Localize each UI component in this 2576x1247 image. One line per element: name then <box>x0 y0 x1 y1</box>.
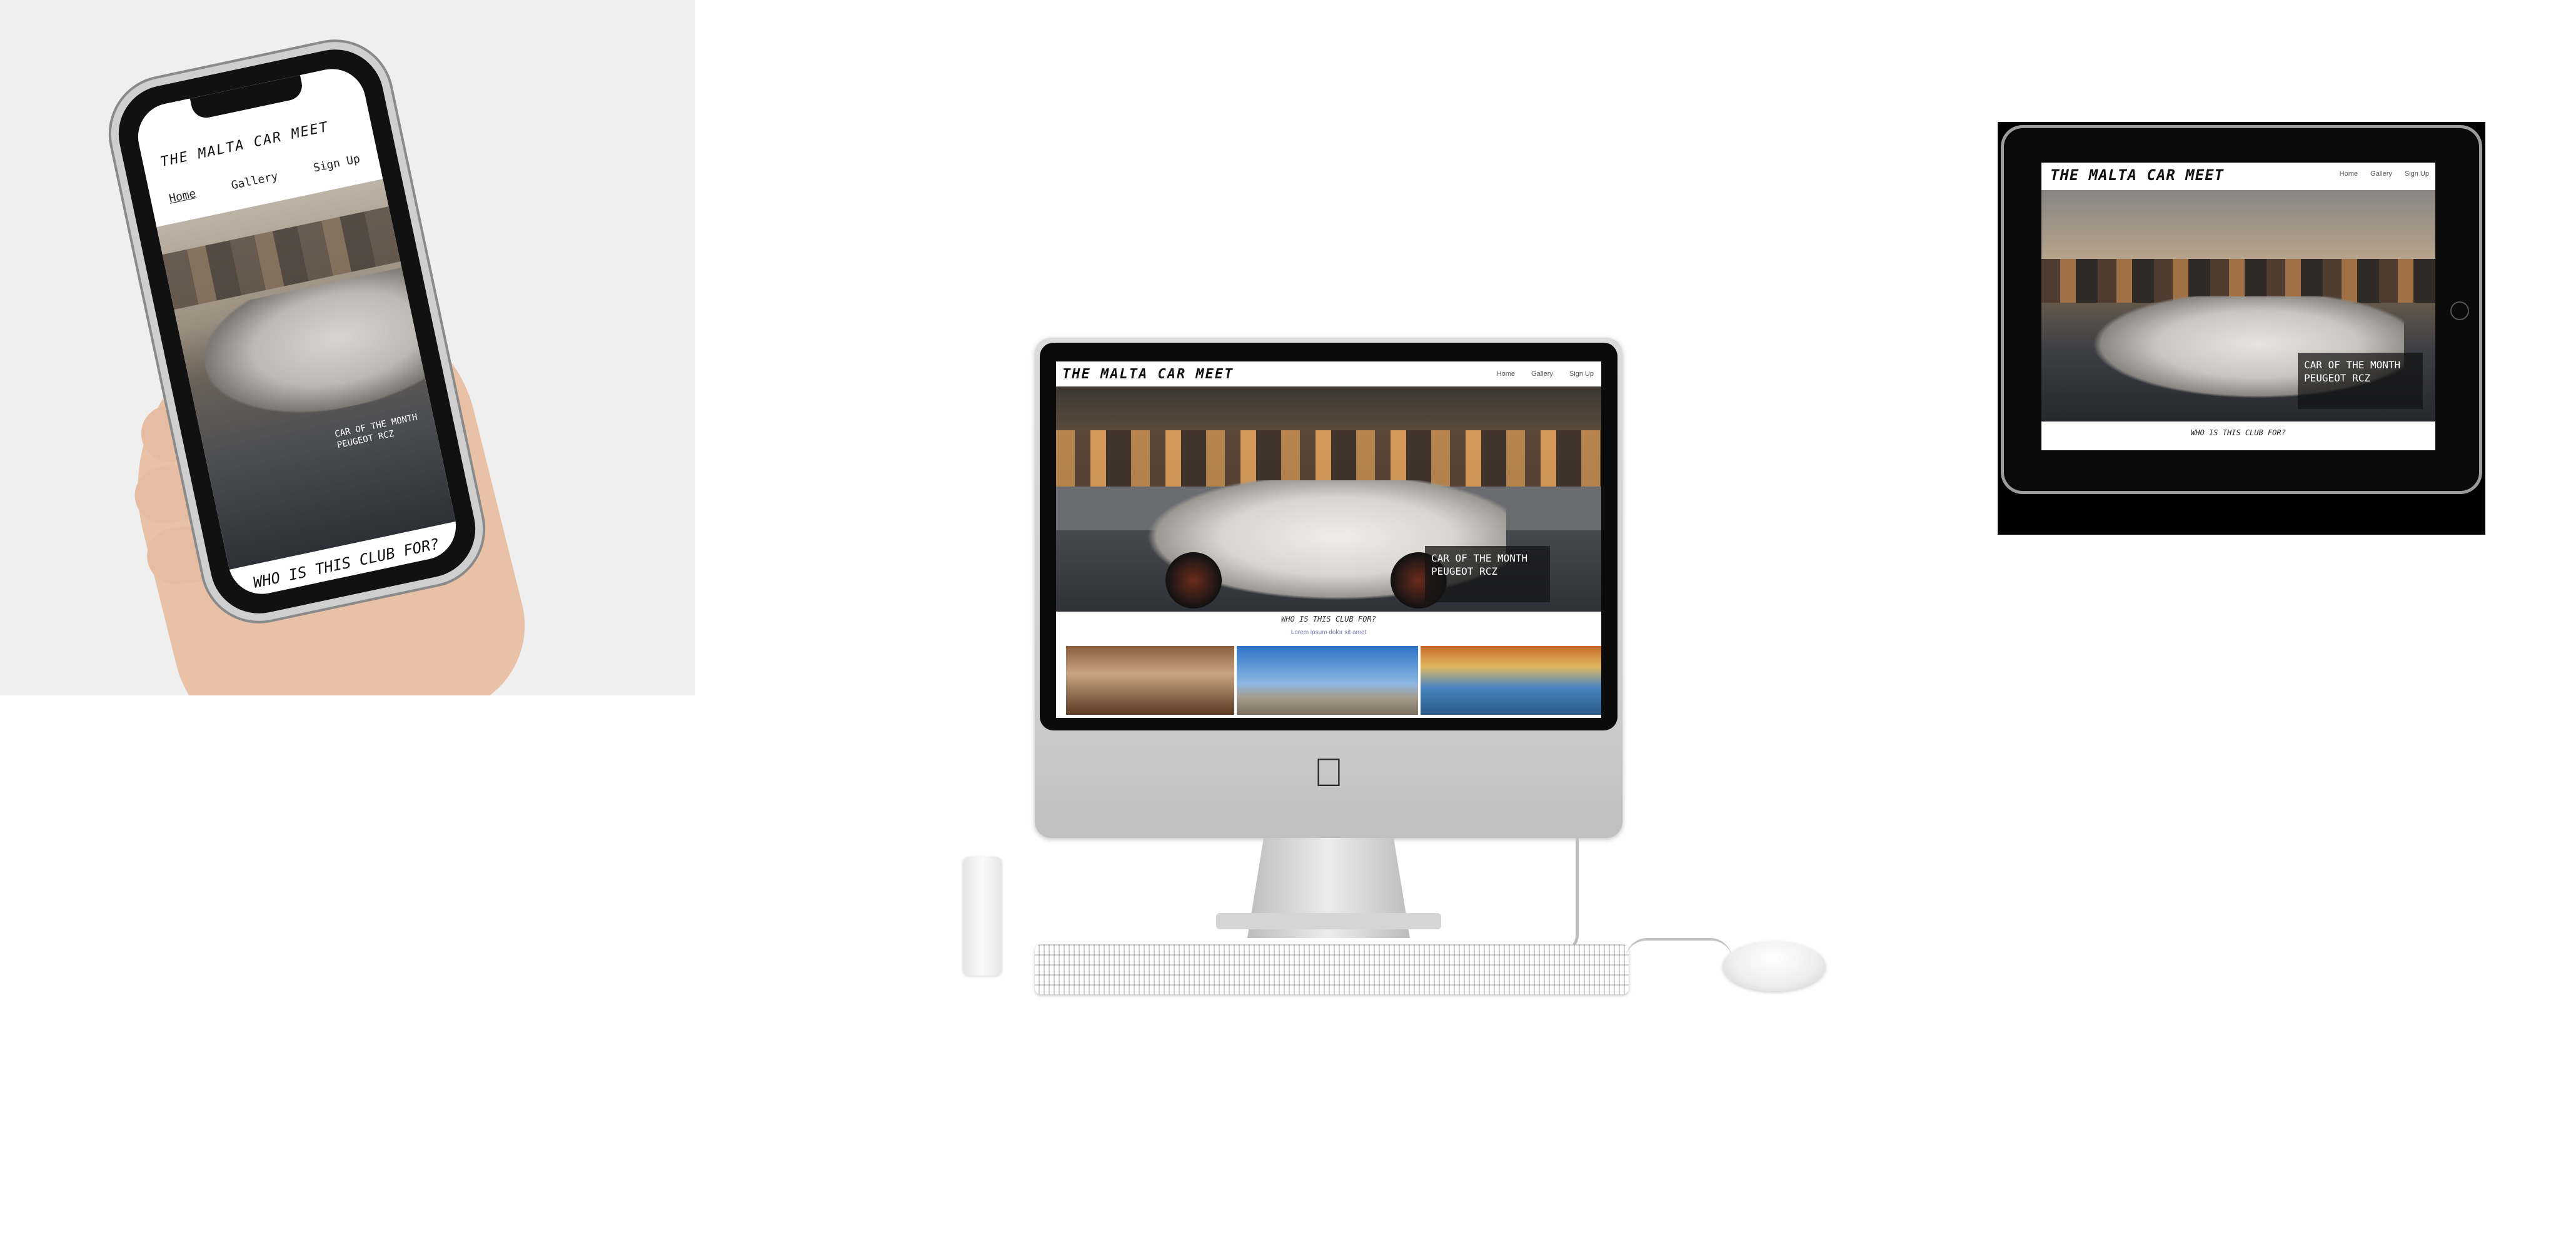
nav-gallery-link[interactable]: Gallery <box>1531 370 1553 378</box>
caption-line-1: CAR OF THE MONTH <box>1431 552 1528 564</box>
mobile-site-title: THE MALTA CAR MEET <box>159 119 331 171</box>
home-button-icon[interactable] <box>2450 301 2469 320</box>
desktop-car-of-month-caption: CAR OF THE MONTH PEUGEOT RCZ <box>1425 546 1550 602</box>
desktop-section-heading: WHO IS THIS CLUB FOR? <box>1281 615 1376 624</box>
imac-bezel: THE MALTA CAR MEET Home Gallery Sign Up … <box>1040 343 1618 730</box>
hero-city-skyline <box>1056 430 1601 487</box>
imac-device: THE MALTA CAR MEET Home Gallery Sign Up … <box>1035 338 1623 838</box>
tablet-hero-image: CAR OF THE MONTH PEUGEOT RCZ <box>2041 190 2435 422</box>
desktop-nav: Home Gallery Sign Up <box>1497 370 1594 378</box>
imac-cable <box>1551 838 1579 954</box>
imac-screen: THE MALTA CAR MEET Home Gallery Sign Up … <box>1056 361 1601 718</box>
nav-signup-link[interactable]: Sign Up <box>1569 370 1594 378</box>
tablet-mockup-scene: THE MALTA CAR MEET Home Gallery Sign Up … <box>1998 122 2485 535</box>
apple-remote <box>963 857 1002 976</box>
gallery-image[interactable] <box>1237 646 1418 715</box>
desktop-hero-image: CAR OF THE MONTH PEUGEOT RCZ <box>1056 386 1601 612</box>
mouse <box>1723 941 1826 991</box>
tablet-nav: Home Gallery Sign Up <box>2340 170 2429 178</box>
desktop-site-title[interactable]: THE MALTA CAR MEET <box>1062 366 1234 382</box>
mouse-cord <box>1626 938 1732 959</box>
nav-home-link[interactable]: Home <box>2340 170 2358 178</box>
nav-home-link[interactable]: Home <box>1497 370 1515 378</box>
desktop-section-subtext: Lorem ipsum dolor sit amet <box>1291 629 1367 636</box>
nav-signup-link[interactable]: Sign Up <box>312 152 361 174</box>
caption-line-2: PEUGEOT RCZ <box>1431 565 1497 577</box>
phone-notch <box>189 75 305 121</box>
phone-mockup-scene: THE MALTA CAR MEET Home Gallery Sign Up … <box>0 0 695 695</box>
keyboard <box>1035 944 1629 994</box>
tablet-device: THE MALTA CAR MEET Home Gallery Sign Up … <box>2004 128 2479 491</box>
nav-home-link[interactable]: Home <box>168 187 197 206</box>
gallery-image[interactable] <box>1420 646 1601 715</box>
nav-gallery-link[interactable]: Gallery <box>230 169 279 192</box>
apple-logo-icon:  <box>1310 750 1347 794</box>
nav-signup-link[interactable]: Sign Up <box>2405 170 2429 178</box>
car-wheel <box>1165 552 1222 608</box>
tablet-screen: THE MALTA CAR MEET Home Gallery Sign Up … <box>2041 163 2435 450</box>
desktop-header: THE MALTA CAR MEET Home Gallery Sign Up <box>1056 361 1601 386</box>
desktop-gallery <box>1066 646 1601 715</box>
caption-line-2: PEUGEOT RCZ <box>2304 371 2370 384</box>
tablet-site-title[interactable]: THE MALTA CAR MEET <box>2050 166 2224 184</box>
nav-gallery-link[interactable]: Gallery <box>2370 170 2392 178</box>
tablet-section-heading: WHO IS THIS CLUB FOR? <box>2191 428 2286 437</box>
tablet-car-of-month-caption: CAR OF THE MONTH PEUGEOT RCZ <box>2298 353 2423 409</box>
gallery-image[interactable] <box>1066 646 1235 715</box>
imac-stand-foot <box>1216 913 1441 929</box>
caption-line-1: CAR OF THE MONTH <box>2304 359 2401 371</box>
